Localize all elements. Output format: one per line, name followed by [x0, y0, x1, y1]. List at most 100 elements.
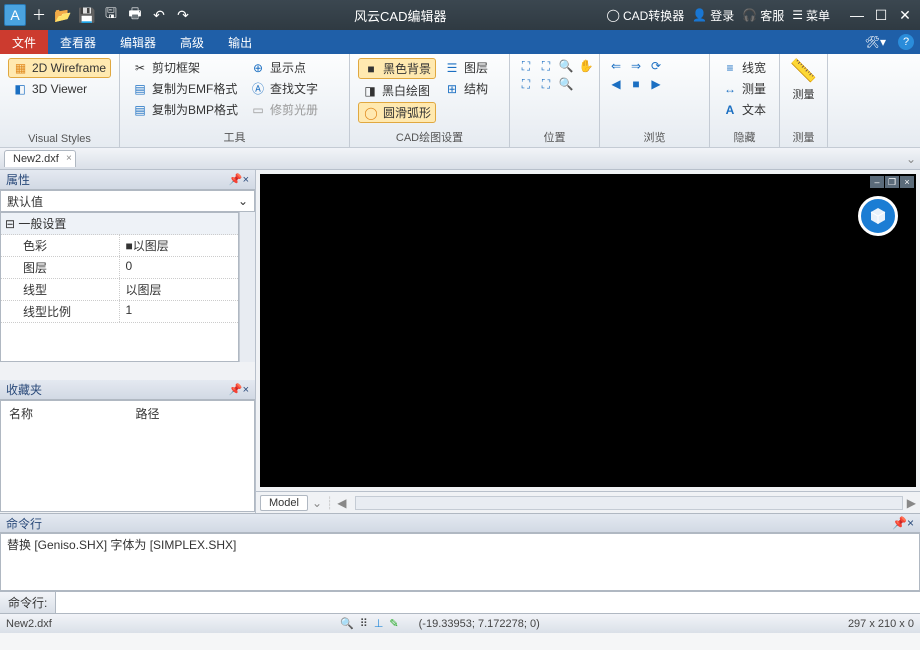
bw-icon: ◨ — [362, 83, 378, 99]
properties-preset-dropdown[interactable]: 默认值⌄ — [0, 190, 255, 212]
properties-grid[interactable]: ⊟ 一般设置 色彩■以图层 图层0 线型以图层 线型比例1 — [0, 212, 239, 362]
favorites-panel: 收藏夹 📌 × 名称 路径 — [0, 380, 255, 512]
text-icon: A — [722, 102, 738, 118]
cad-converter-button[interactable]: ◯CAD转换器 — [607, 7, 685, 24]
print-icon[interactable]: 🖶 — [124, 4, 146, 26]
canvas-restore-icon[interactable]: ❐ — [885, 176, 899, 188]
zoom-in-icon[interactable]: 🔍 — [558, 58, 574, 74]
panel-close-icon[interactable]: × — [243, 174, 249, 186]
next-icon[interactable]: ⇒ — [628, 58, 644, 74]
menu-button[interactable]: ☰菜单 — [792, 7, 830, 24]
tab-editor[interactable]: 编辑器 — [108, 30, 168, 54]
zoom-window-icon[interactable]: ⛶ — [518, 58, 534, 74]
redo-icon[interactable]: ↷ — [172, 4, 194, 26]
menu-icon: ☰ — [792, 8, 803, 22]
ribbon-tool-button[interactable]: 🛠▾ — [859, 30, 892, 54]
ortho-icon[interactable]: ⊥ — [374, 617, 384, 630]
browse-back-icon[interactable]: ◀ — [608, 76, 624, 92]
support-button[interactable]: 🎧客服 — [742, 7, 784, 24]
canvas-minimize-icon[interactable]: – — [870, 176, 884, 188]
zoom-fit-icon[interactable]: ⛶ — [538, 76, 554, 92]
emf-icon: ▤ — [132, 81, 148, 97]
refresh-icon[interactable]: ⟳ — [648, 58, 664, 74]
smooth-arc-button[interactable]: ◯圆滑弧形 — [358, 102, 436, 123]
hscroll-left-icon[interactable]: ◀ — [337, 496, 346, 510]
copy-emf-button[interactable]: ▤复制为EMF格式 — [128, 79, 242, 98]
measure-label: 测量 — [793, 86, 815, 102]
black-bg-button[interactable]: ■黑色背景 — [358, 58, 436, 79]
pan-icon[interactable]: ✋ — [578, 58, 594, 74]
document-tab-label: New2.dxf — [13, 153, 59, 165]
measure-hide-button[interactable]: ↔测量 — [718, 79, 770, 98]
pin-icon[interactable]: 📌 — [229, 173, 243, 186]
bw-draw-button[interactable]: ◨黑白绘图 — [358, 81, 436, 100]
properties-category[interactable]: ⊟ 一般设置 — [1, 213, 238, 235]
document-tab-close-icon[interactable]: × — [66, 153, 72, 164]
zoom-all-icon[interactable]: ⛶ — [518, 76, 534, 92]
new-file-icon[interactable]: ＋ — [28, 4, 50, 26]
model-tab[interactable]: Model — [260, 495, 308, 511]
tab-output[interactable]: 输出 — [216, 30, 264, 54]
viewer-3d-button[interactable]: ◧3D Viewer — [8, 80, 111, 98]
undo-icon[interactable]: ↶ — [148, 4, 170, 26]
status-filename: New2.dxf — [6, 618, 52, 630]
tab-viewer[interactable]: 查看器 — [48, 30, 108, 54]
open-file-icon[interactable]: 📂 — [52, 4, 74, 26]
trim-raster-button[interactable]: ▭修剪光册 — [246, 100, 322, 119]
view-cube-button[interactable] — [858, 196, 898, 236]
login-button[interactable]: 👤登录 — [692, 7, 734, 24]
group-hide-label: 隐藏 — [718, 127, 771, 145]
group-tools-label: 工具 — [128, 127, 341, 145]
browse-stop-icon[interactable]: ■ — [628, 76, 644, 92]
snap-icon[interactable]: 🔍 — [340, 617, 354, 630]
save-as-pdf-icon[interactable]: 🖫 — [100, 4, 122, 26]
panel-close-icon[interactable]: × — [243, 384, 249, 396]
lineweight-icon: ≡ — [722, 60, 738, 76]
layer-button[interactable]: ☰图层 — [440, 58, 492, 77]
model-tab-dropdown-icon[interactable]: ⌄ — [312, 496, 322, 510]
command-prompt-label: 命令行: — [0, 592, 56, 613]
pin-icon[interactable]: 📌 — [229, 383, 243, 396]
maximize-button[interactable]: ☐ — [870, 5, 892, 25]
minimize-button[interactable]: — — [846, 5, 868, 25]
zoom-extend-icon[interactable]: ⛶ — [538, 58, 554, 74]
document-tab-strip: New2.dxf × ⌄ — [0, 148, 920, 170]
status-toggle-icons: 🔍 ⠿ ⊥ ✎ — [340, 617, 399, 630]
find-icon: Ⓐ — [250, 81, 266, 97]
measure-large-icon[interactable]: 📏 — [790, 58, 817, 84]
favorites-body[interactable]: 名称 路径 — [0, 400, 255, 512]
tabstrip-dropdown-icon[interactable]: ⌄ — [906, 152, 916, 166]
grid-icon[interactable]: ⠿ — [360, 617, 368, 630]
show-point-button[interactable]: ⊕显示点 — [246, 58, 322, 77]
cube-icon: ◧ — [12, 81, 28, 97]
command-input[interactable] — [56, 592, 920, 613]
wireframe-2d-button[interactable]: ▦2D Wireframe — [8, 58, 111, 78]
panel-close-icon[interactable]: × — [907, 516, 914, 530]
copy-bmp-button[interactable]: ▤复制为BMP格式 — [128, 100, 242, 119]
structure-button[interactable]: ⊞结构 — [440, 79, 492, 98]
text-hide-button[interactable]: A文本 — [718, 100, 770, 119]
prev-icon[interactable]: ⇐ — [608, 58, 624, 74]
document-tab[interactable]: New2.dxf × — [4, 150, 76, 167]
lineweight-button[interactable]: ≡线宽 — [718, 58, 770, 77]
browse-fwd-icon[interactable]: ▶ — [648, 76, 664, 92]
ruler-icon: ↔ — [722, 81, 738, 97]
drawing-canvas[interactable]: – ❐ × — [260, 174, 916, 487]
title-bar: A ＋ 📂 💾 🖫 🖶 ↶ ↷ 风云CAD编辑器 ◯CAD转换器 👤登录 🎧客服… — [0, 0, 920, 30]
zoom-out-icon[interactable]: 🔍 — [558, 76, 574, 92]
hscroll-right-icon[interactable]: ▶ — [907, 496, 916, 510]
find-text-button[interactable]: Ⓐ查找文字 — [246, 79, 322, 98]
save-icon[interactable]: 💾 — [76, 4, 98, 26]
polar-icon[interactable]: ✎ — [389, 617, 398, 630]
tab-advanced[interactable]: 高级 — [168, 30, 216, 54]
tab-file[interactable]: 文件 — [0, 30, 48, 54]
property-row: 图层0 — [1, 257, 238, 279]
cut-frame-button[interactable]: ✂剪切框架 — [128, 58, 242, 77]
pin-icon[interactable]: 📌 — [892, 516, 907, 530]
canvas-close-icon[interactable]: × — [900, 176, 914, 188]
command-log[interactable]: 替换 [Geniso.SHX] 字体为 [SIMPLEX.SHX] — [0, 533, 920, 591]
horizontal-scrollbar[interactable] — [355, 496, 903, 510]
properties-scrollbar[interactable] — [239, 212, 255, 362]
help-button[interactable]: ? — [892, 30, 920, 54]
close-button[interactable]: ✕ — [894, 5, 916, 25]
